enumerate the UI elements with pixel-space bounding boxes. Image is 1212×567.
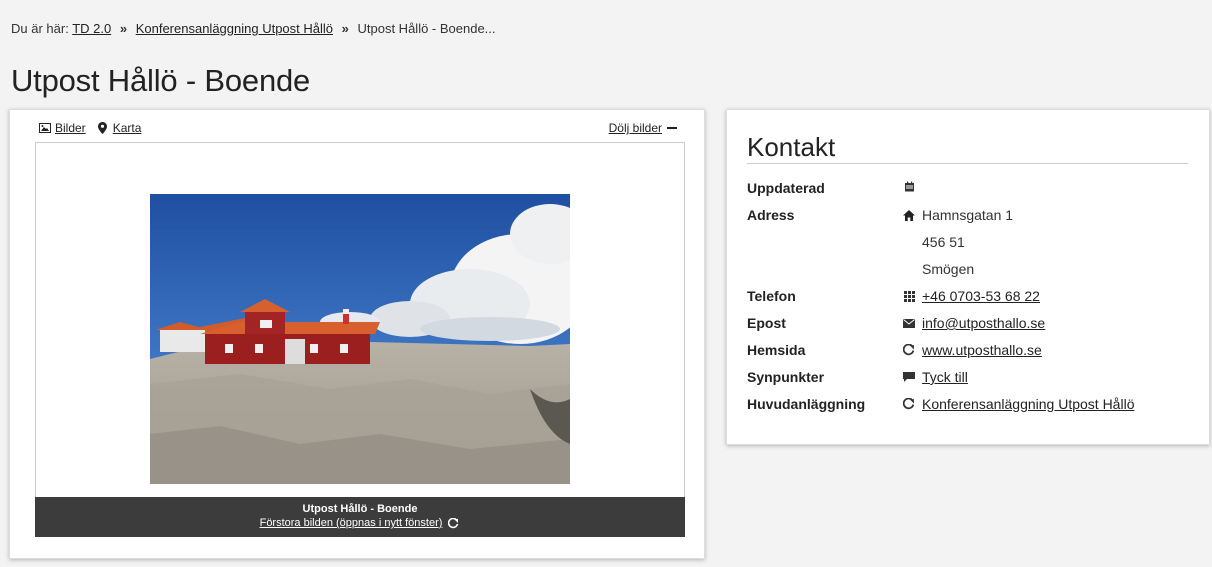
email-label: Epost xyxy=(747,315,786,331)
hide-images-label: Dölj bilder xyxy=(608,121,662,135)
external-link-icon xyxy=(446,516,460,530)
map-marker-icon xyxy=(96,121,110,135)
minus-icon xyxy=(667,127,677,129)
website-link[interactable]: www.utposthallo.se xyxy=(922,341,1042,359)
property-photo[interactable] xyxy=(150,194,570,484)
phone-label: Telefon xyxy=(747,288,796,304)
row-feedback: Synpunkter Tyck till xyxy=(747,368,1134,395)
tab-karta-label: Karta xyxy=(112,121,142,135)
main-facility-link[interactable]: Konferensanläggning Utpost Hållö xyxy=(922,395,1134,413)
hide-images-link[interactable]: Dölj bilder xyxy=(609,121,677,135)
comment-icon xyxy=(902,370,916,384)
calendar-icon xyxy=(902,179,916,193)
external-link-icon xyxy=(902,397,916,411)
breadcrumb-link-td[interactable]: TD 2.0 xyxy=(72,21,111,36)
media-card: Bilder Karta Dölj bilder Utpost Hållö - … xyxy=(9,109,705,559)
website-label: Hemsida xyxy=(747,342,806,358)
contact-table: Uppdaterad Adress Hamnsgatan 1 456 51 Sm… xyxy=(747,179,1134,422)
image-caption-title: Utpost Hållö - Boende xyxy=(302,503,418,515)
home-icon xyxy=(902,208,916,222)
breadcrumb-separator: » xyxy=(341,21,349,36)
image-caption: Utpost Hållö - Boende Förstora bilden (ö… xyxy=(35,497,685,537)
row-phone: Telefon +46 0703-53 68 22 xyxy=(747,287,1134,314)
address-label: Adress xyxy=(747,207,795,223)
address-postal: 456 51 xyxy=(922,234,965,250)
image-frame xyxy=(35,142,685,537)
tab-bilder[interactable]: Bilder xyxy=(38,121,86,135)
external-link-icon xyxy=(902,343,916,357)
breadcrumb-link-konferens[interactable]: Konferensanläggning Utpost Hållö xyxy=(136,21,333,36)
page-title: Utpost Hållö - Boende xyxy=(11,63,311,98)
contact-card: Kontakt Uppdaterad Adress Hamnsgatan 1 4… xyxy=(726,109,1210,445)
address-street: Hamnsgatan 1 xyxy=(922,207,1014,223)
breadcrumb-separator: » xyxy=(119,21,128,36)
updated-label: Uppdaterad xyxy=(747,180,825,196)
address-city: Smögen xyxy=(922,261,975,277)
breadcrumb-prefix: Du är här: xyxy=(11,21,69,36)
breadcrumb-current: Utpost Hållö - Boende... xyxy=(357,21,496,36)
row-address-postal: 456 51 xyxy=(747,233,1134,260)
tab-karta[interactable]: Karta xyxy=(96,121,142,135)
contact-title: Kontakt xyxy=(747,132,836,162)
breadcrumb: Du är här: TD 2.0 » Konferensanläggning … xyxy=(11,21,496,36)
phone-link[interactable]: +46 0703-53 68 22 xyxy=(922,287,1040,305)
divider xyxy=(747,163,1188,164)
row-email: Epost info@utposthallo.se xyxy=(747,314,1134,341)
feedback-label: Synpunkter xyxy=(747,369,825,385)
email-link[interactable]: info@utposthallo.se xyxy=(922,314,1045,332)
feedback-link[interactable]: Tyck till xyxy=(922,368,968,386)
row-address-city: Smögen xyxy=(747,260,1134,287)
tab-bilder-label: Bilder xyxy=(55,121,86,135)
image-icon xyxy=(38,121,52,135)
envelope-icon xyxy=(902,316,916,330)
row-updated: Uppdaterad xyxy=(747,179,1134,206)
keypad-icon xyxy=(902,289,916,303)
row-website: Hemsida www.utposthallo.se xyxy=(747,341,1134,368)
enlarge-image-label: Förstora bilden (öppnas i nytt fönster) xyxy=(259,517,443,529)
row-main-facility: Huvudanläggning Konferensanläggning Utpo… xyxy=(747,395,1134,422)
row-address: Adress Hamnsgatan 1 xyxy=(747,206,1134,233)
main-facility-label: Huvudanläggning xyxy=(747,396,866,412)
enlarge-image-link[interactable]: Förstora bilden (öppnas i nytt fönster) xyxy=(260,516,461,530)
media-tabs: Bilder Karta xyxy=(38,121,141,135)
